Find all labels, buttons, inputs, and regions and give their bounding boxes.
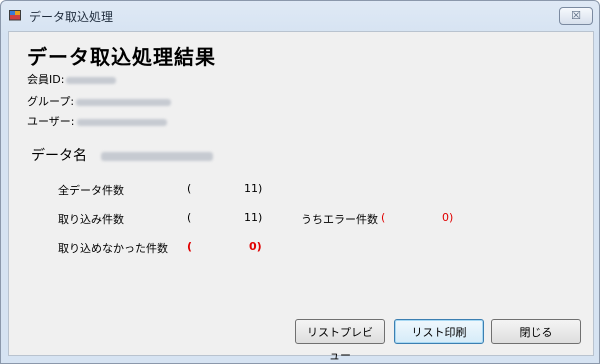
- all-count-open-paren: (: [187, 182, 192, 195]
- imported-count-open-paren: (: [187, 211, 192, 224]
- member-id-label: 会員ID:: [27, 73, 65, 86]
- error-count-value: 0): [442, 211, 454, 224]
- member-id-redacted: [66, 76, 117, 84]
- group-row: グループ:: [27, 93, 172, 109]
- close-button[interactable]: 閉じる: [491, 319, 581, 344]
- page-title: データ取込処理結果: [27, 45, 216, 69]
- data-name-row: データ名: [31, 145, 213, 165]
- error-count-label: うちエラー件数: [301, 213, 378, 226]
- imported-count-label: 取り込み件数: [58, 213, 124, 226]
- member-id-row: 会員ID:: [27, 71, 117, 87]
- all-count-value: 11): [244, 182, 263, 195]
- close-icon: ☒: [571, 9, 581, 22]
- data-name-redacted: [101, 151, 213, 161]
- import-dialog-window: データ取込処理 ☒ データ取込処理結果 会員ID: グループ: ユーザー: デー…: [0, 0, 600, 364]
- imported-count-value: 11): [244, 211, 263, 224]
- error-count-open-paren: (: [381, 211, 386, 224]
- app-window-icon: [9, 10, 21, 21]
- group-label: グループ:: [27, 95, 75, 108]
- data-name-label: データ名: [31, 148, 87, 164]
- window-close-button[interactable]: ☒: [559, 7, 593, 25]
- user-row: ユーザー:: [27, 113, 167, 129]
- user-redacted: [76, 118, 167, 126]
- not-imported-count-value: 0): [249, 240, 262, 253]
- list-preview-button[interactable]: リストプレビュー: [295, 319, 385, 362]
- window-title: データ取込処理: [29, 10, 114, 24]
- not-imported-count-open-paren: (: [187, 240, 193, 253]
- not-imported-count-label: 取り込めなかった件数: [58, 242, 168, 255]
- group-redacted: [76, 98, 172, 106]
- dialog-body: データ取込処理結果 会員ID: グループ: ユーザー: データ名 全データ件数 …: [8, 31, 594, 362]
- title-bar[interactable]: データ取込処理 ☒: [1, 1, 599, 31]
- user-label: ユーザー:: [27, 115, 75, 128]
- all-count-label: 全データ件数: [58, 184, 124, 197]
- list-print-button[interactable]: リスト印刷: [394, 319, 484, 344]
